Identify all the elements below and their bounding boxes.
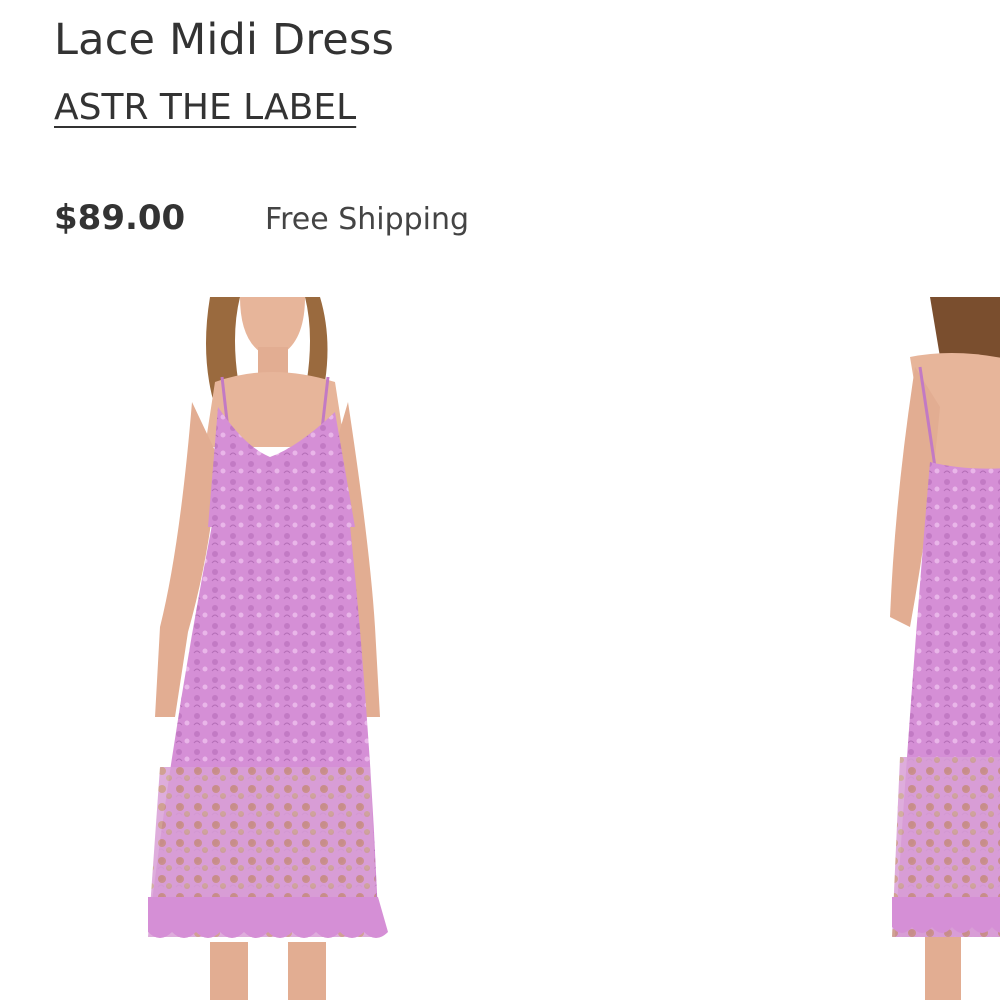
product-price: $89.00 [54, 198, 186, 238]
product-image-gallery[interactable] [0, 297, 1000, 1000]
product-image-back[interactable] [870, 297, 1000, 1000]
product-title: Lace Midi Dress [54, 15, 395, 65]
brand-link[interactable]: ASTR THE LABEL [54, 82, 356, 134]
product-image-front[interactable] [120, 297, 420, 1000]
shipping-info: Free Shipping [265, 202, 470, 237]
